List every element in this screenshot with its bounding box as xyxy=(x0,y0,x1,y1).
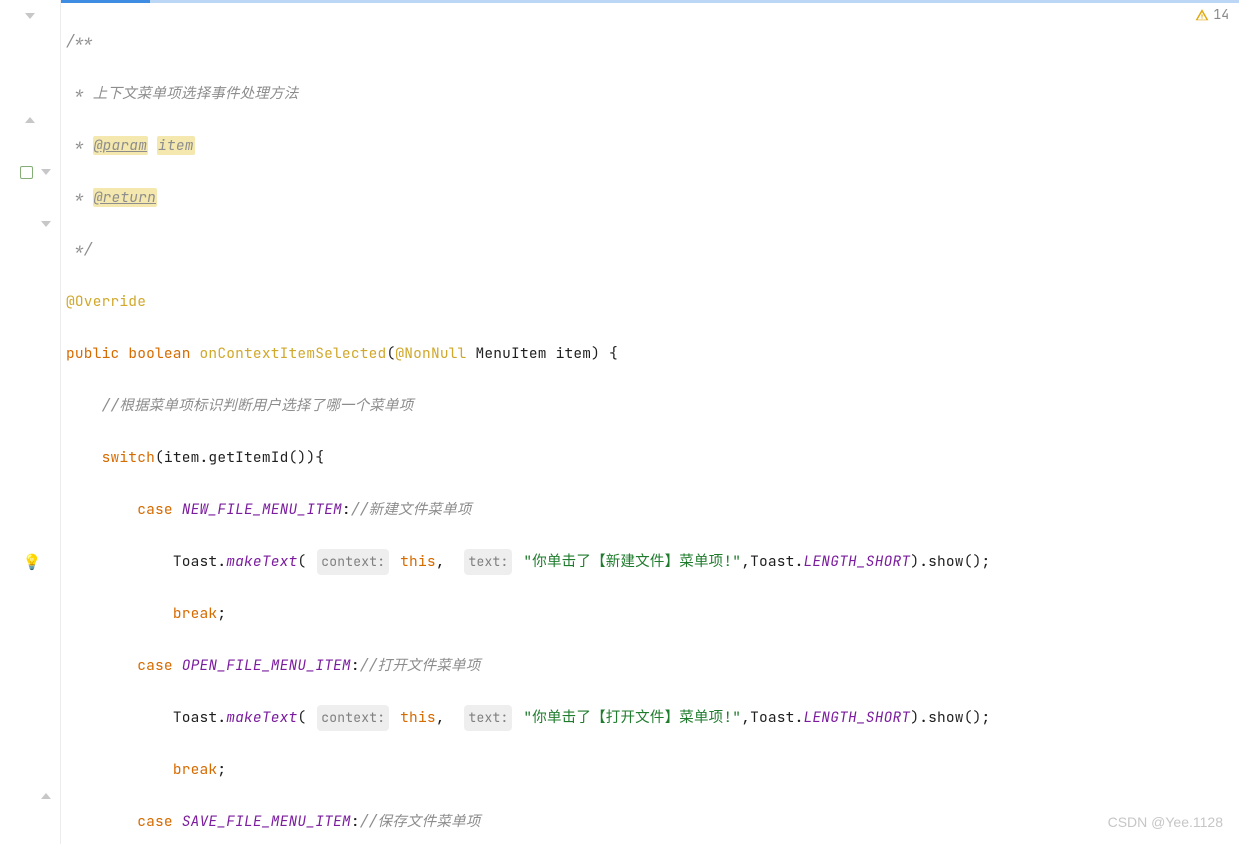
intention-bulb-icon[interactable]: 💡 xyxy=(23,552,42,572)
const-save: SAVE_FILE_MENU_ITEM xyxy=(182,812,351,831)
fold-toggle-icon[interactable] xyxy=(25,13,35,19)
code-editor[interactable]: 14 💡 /** * 上下文菜单项选择事件处理方法 * @param item … xyxy=(0,0,1239,844)
javadoc-start: /** xyxy=(66,32,93,51)
gutter[interactable]: 💡 xyxy=(0,0,61,844)
fold-toggle-icon[interactable] xyxy=(41,793,51,799)
javadoc-param-tag: @param xyxy=(93,136,148,155)
param-hint: context: xyxy=(317,549,389,575)
javadoc-param-name: item xyxy=(157,136,195,155)
const-open: OPEN_FILE_MENU_ITEM xyxy=(182,656,351,675)
javadoc-desc: * 上下文菜单项选择事件处理方法 xyxy=(66,84,299,103)
fold-toggle-icon[interactable] xyxy=(41,221,51,227)
string-literal: "你单击了【新建文件】菜单项!" xyxy=(523,552,741,571)
javadoc-end: */ xyxy=(66,240,93,259)
fold-toggle-icon[interactable] xyxy=(25,117,35,123)
override-annotation: @Override xyxy=(66,292,146,311)
param-hint: text: xyxy=(464,549,512,575)
method-name: onContextItemSelected xyxy=(200,344,387,363)
fold-toggle-icon[interactable] xyxy=(41,169,51,175)
javadoc-return-tag: @return xyxy=(93,188,157,207)
comment: //根据菜单项标识判断用户选择了哪一个菜单项 xyxy=(102,396,414,415)
const-new: NEW_FILE_MENU_ITEM xyxy=(182,500,342,519)
watermark: CSDN @Yee.1128 xyxy=(1108,814,1223,830)
code-area[interactable]: /** * 上下文菜单项选择事件处理方法 * @param item * @re… xyxy=(66,3,1239,844)
